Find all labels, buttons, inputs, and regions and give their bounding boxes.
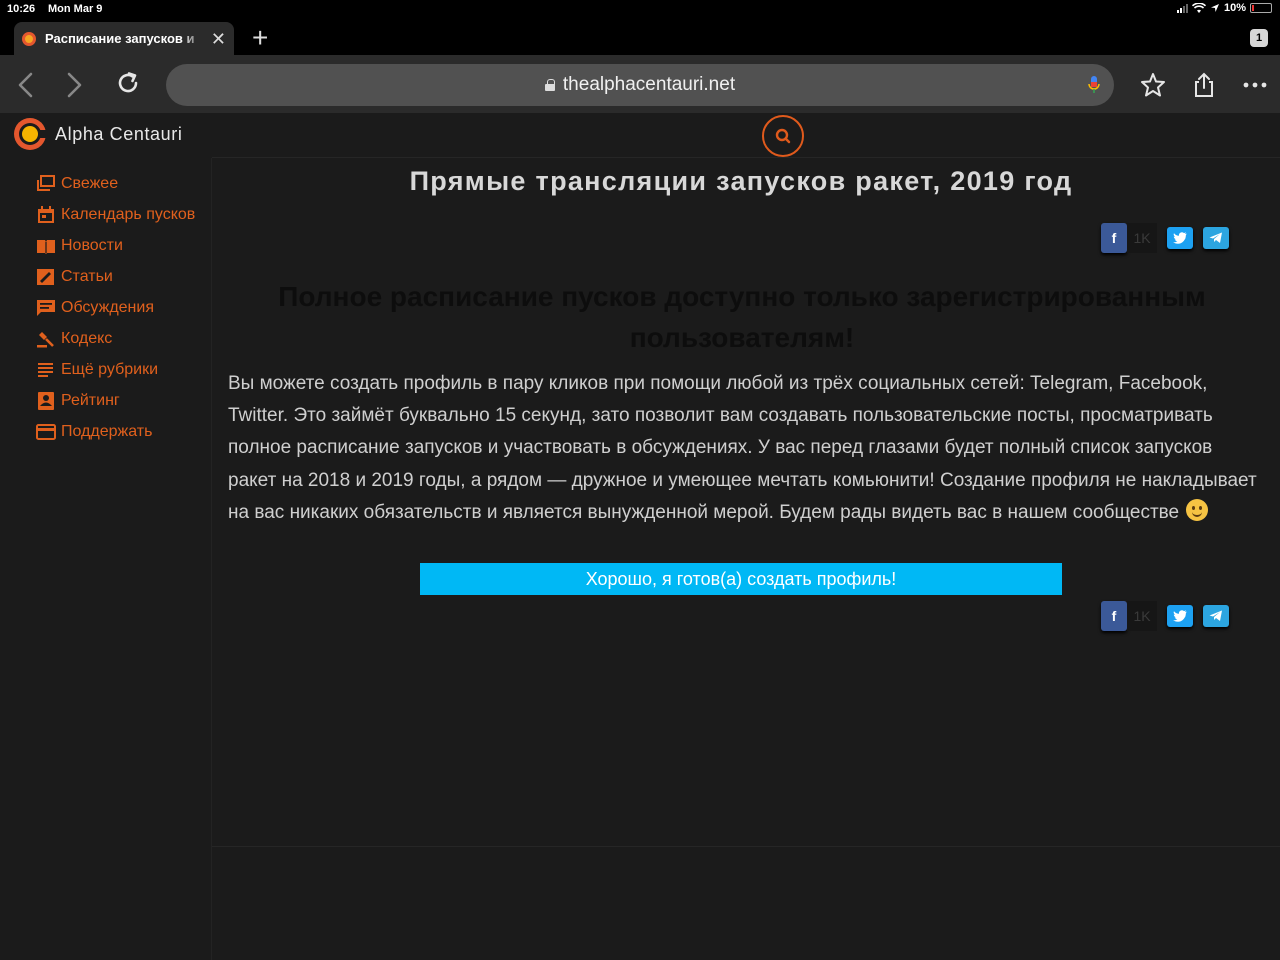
close-tab-icon[interactable]: ✕	[211, 30, 226, 48]
twitter-share-button[interactable]	[1167, 227, 1193, 249]
articles-icon	[37, 269, 54, 285]
twitter-icon	[1173, 232, 1187, 244]
calendar-icon	[38, 206, 54, 223]
sidebar-item-label: Календарь пусков	[61, 206, 196, 223]
content-divider	[212, 846, 1280, 847]
facebook-icon: f	[1111, 608, 1117, 624]
sidebar-item-label: Свежее	[61, 175, 119, 192]
sidebar-item-codex[interactable]: Кодекс	[36, 328, 112, 350]
url-text: thealphacentauri.net	[562, 74, 736, 95]
main-content: Прямые трансляции запусков ракет, 2019 г…	[212, 158, 1280, 848]
bookmark-star-icon[interactable]	[1139, 71, 1167, 99]
share-icon[interactable]	[1190, 71, 1218, 99]
sidebar-item-label: Поддержать	[61, 423, 153, 440]
twitter-share-button[interactable]	[1167, 605, 1193, 627]
share-count: 1K	[1127, 601, 1157, 631]
facebook-share-button[interactable]: f	[1101, 601, 1127, 631]
discussions-icon	[37, 300, 55, 316]
facebook-icon: f	[1111, 230, 1117, 246]
sidebar-item-label: Новости	[61, 237, 123, 254]
tab-bar: Расписание запусков и ✕ + 1	[0, 18, 1280, 55]
status-bar: 10:26 Mon Mar 9 10%	[0, 0, 1280, 18]
rating-icon	[38, 392, 54, 410]
share-buttons-top: f 1K	[1101, 223, 1229, 253]
fresh-icon	[37, 175, 55, 191]
article-body-text: Вы можете создать профиль в пару кликов …	[228, 373, 1257, 523]
forward-button[interactable]	[64, 72, 84, 98]
share-count: 1K	[1127, 223, 1157, 253]
smile-emoji-icon	[1186, 498, 1209, 521]
sidebar-item-rating[interactable]: Рейтинг	[36, 390, 120, 412]
alpha-centauri-logo-icon	[14, 118, 48, 150]
page-title: Прямые трансляции запусков ракет, 2019 г…	[409, 166, 1073, 196]
sidebar-item-label: Рейтинг	[61, 392, 120, 409]
microphone-icon[interactable]	[1088, 75, 1100, 95]
status-indicators: 10%	[1176, 2, 1272, 14]
telegram-icon	[1209, 610, 1222, 621]
sidebar-item-label: Статьи	[61, 268, 113, 285]
site-search-button[interactable]	[762, 115, 804, 157]
website: Alpha Centauri Свежее Календарь пусков Н…	[0, 113, 1280, 960]
sidebar-item-calendar[interactable]: Календарь пусков	[36, 204, 195, 226]
twitter-icon	[1173, 610, 1187, 622]
status-time: 10:26	[7, 3, 36, 15]
telegram-share-button[interactable]	[1203, 605, 1229, 627]
sidebar-item-label: Кодекс	[61, 330, 113, 347]
article-body: Вы можете создать профиль в пару кликов …	[228, 368, 1264, 529]
sidebar-nav: Свежее Календарь пусков Новости Статьи О…	[0, 158, 212, 960]
tab-count-button[interactable]: 1	[1250, 29, 1268, 47]
browser-toolbar: thealphacentauri.net	[0, 55, 1280, 113]
location-arrow-icon	[1210, 4, 1219, 12]
battery-icon	[1250, 3, 1272, 13]
create-profile-button[interactable]: Хорошо, я готов(а) создать профиль!	[420, 563, 1062, 595]
sidebar-item-discussions[interactable]: Обсуждения	[36, 297, 154, 319]
search-icon	[775, 128, 791, 144]
status-date: Mon Mar 9	[48, 3, 103, 15]
sidebar-item-articles[interactable]: Статьи	[36, 266, 113, 288]
browser-tab[interactable]: Расписание запусков и ✕	[14, 22, 234, 55]
cellular-signal-icon	[1176, 3, 1188, 13]
reload-button[interactable]	[116, 71, 140, 95]
site-logo[interactable]: Alpha Centauri	[12, 116, 182, 152]
share-buttons-bottom: f 1K	[1101, 601, 1229, 631]
lock-icon	[544, 79, 555, 91]
gavel-icon	[37, 332, 54, 348]
more-rubrics-icon	[38, 363, 53, 377]
wifi-icon	[1191, 2, 1206, 13]
tab-title: Расписание запусков и	[45, 31, 195, 46]
back-button[interactable]	[16, 72, 36, 98]
news-icon	[37, 240, 55, 254]
address-bar[interactable]: thealphacentauri.net	[166, 64, 1114, 106]
telegram-icon	[1209, 232, 1222, 243]
facebook-share-button[interactable]: f	[1101, 223, 1127, 253]
sidebar-item-label: Ещё рубрики	[61, 361, 159, 378]
sidebar-item-news[interactable]: Новости	[36, 235, 123, 257]
more-options-icon[interactable]	[1241, 71, 1269, 99]
battery-percent: 10%	[1223, 2, 1246, 14]
registration-notice: Полное расписание пусков доступно только…	[278, 281, 1206, 353]
site-favicon-icon	[22, 31, 36, 46]
site-name: Alpha Centauri	[55, 123, 183, 144]
sidebar-item-more-rubrics[interactable]: Ещё рубрики	[36, 359, 158, 381]
sidebar-item-label: Обсуждения	[61, 299, 154, 316]
sidebar-item-fresh[interactable]: Свежее	[36, 173, 118, 195]
card-icon	[36, 424, 56, 440]
sidebar-item-support[interactable]: Поддержать	[36, 421, 152, 443]
telegram-share-button[interactable]	[1203, 227, 1229, 249]
new-tab-button[interactable]: +	[252, 24, 268, 52]
